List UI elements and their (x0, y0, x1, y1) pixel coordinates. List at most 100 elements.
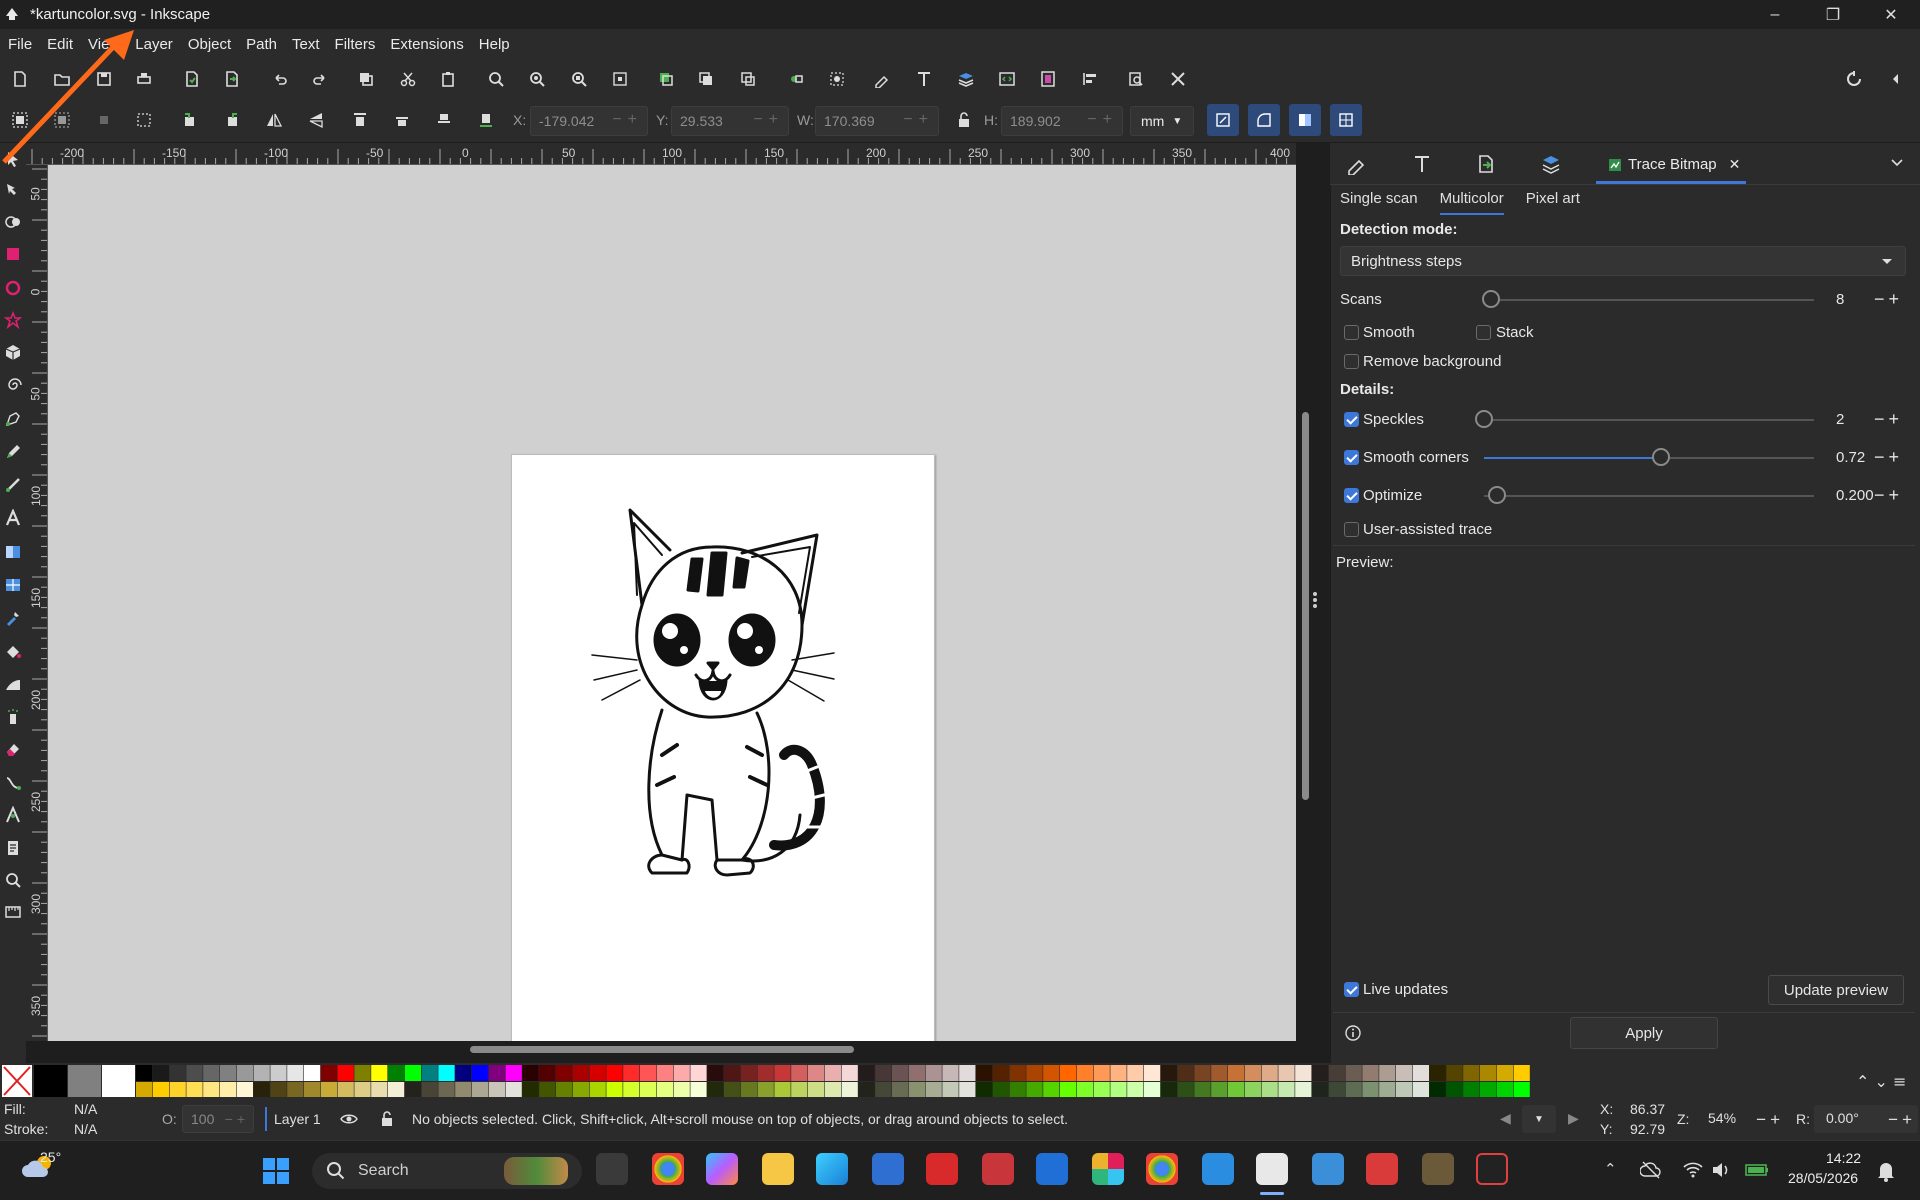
paint-bucket-tool-icon[interactable] (4, 642, 22, 660)
slack-icon[interactable] (1092, 1153, 1124, 1185)
speckles-stepper[interactable]: 2 −+ (1830, 405, 1912, 433)
lower-to-bottom-button[interactable] (472, 106, 500, 134)
stack-checkbox[interactable] (1476, 325, 1491, 340)
opacity-stepper[interactable]: −+ (225, 1111, 249, 1127)
photos-icon[interactable] (1312, 1153, 1344, 1185)
task-view-icon[interactable] (596, 1153, 628, 1185)
scans-slider-handle[interactable] (1482, 290, 1500, 308)
detection-mode-select[interactable]: Brightness steps (1340, 246, 1906, 276)
zoom-selection-button[interactable] (482, 65, 510, 93)
acrobat-icon[interactable] (982, 1153, 1014, 1185)
chevron-left-icon[interactable]: ◀ (1500, 1110, 1511, 1127)
text-font-button[interactable] (910, 65, 938, 93)
move-patterns-button[interactable] (1330, 104, 1362, 136)
scale-stroke-button[interactable] (1207, 104, 1239, 136)
speckles-checkbox[interactable] (1344, 412, 1359, 427)
page-select[interactable]: ▼ (1522, 1105, 1556, 1133)
figma-alt-icon[interactable] (1366, 1153, 1398, 1185)
snap-popover-button[interactable] (1882, 65, 1910, 93)
unit-select[interactable]: mm ▼ (1130, 106, 1194, 136)
connector-tool-icon[interactable] (4, 774, 22, 792)
outlook-icon[interactable] (1036, 1153, 1068, 1185)
tweak-tool-icon[interactable] (4, 676, 22, 694)
zoom-stepper[interactable]: −+ (1756, 1110, 1784, 1130)
move-gradients-button[interactable] (1289, 104, 1321, 136)
menu-object[interactable]: Object (188, 36, 231, 53)
xml-editor-button[interactable] (993, 65, 1021, 93)
smooth-checkbox[interactable] (1344, 325, 1359, 340)
current-layer[interactable]: Layer 1 (274, 1111, 321, 1127)
gimp-icon[interactable] (1422, 1153, 1454, 1185)
speckles-plusminus[interactable]: −+ (1874, 409, 1903, 430)
palette-swatches[interactable]: ⌃ ⌄ ≡ (0, 1063, 1920, 1099)
smooth-corners-checkbox[interactable] (1344, 450, 1359, 465)
h-stepper[interactable]: −+ (1087, 111, 1118, 129)
layers-tab-icon[interactable] (1540, 153, 1562, 175)
chevron-right-icon[interactable]: ▶ (1568, 1110, 1579, 1127)
app-l-icon[interactable] (926, 1153, 958, 1185)
unlink-clone-button[interactable] (734, 65, 762, 93)
mesh-tool-icon[interactable] (4, 576, 22, 594)
clock-date[interactable]: 28/05/2026 (1788, 1170, 1858, 1186)
pen-tool-icon[interactable] (4, 410, 22, 428)
edge-icon[interactable] (816, 1153, 848, 1185)
tab-trace-bitmap[interactable]: Trace Bitmap ✕ (1596, 148, 1746, 184)
measure-tool-icon[interactable] (4, 903, 22, 921)
eye-icon[interactable] (340, 1110, 358, 1128)
cat-drawing[interactable] (512, 455, 936, 1041)
raise-button[interactable] (388, 106, 416, 134)
copy-button[interactable] (352, 65, 380, 93)
close-tab-icon[interactable]: ✕ (1729, 156, 1741, 173)
chevron-down-icon[interactable] (1890, 158, 1904, 168)
lower-button[interactable] (430, 106, 458, 134)
copilot-icon[interactable] (706, 1153, 738, 1185)
chrome-icon[interactable] (652, 1153, 684, 1185)
smooth-corners-stepper[interactable]: 0.72 −+ (1830, 443, 1912, 471)
zoom-field[interactable]: 54% −+ (1698, 1105, 1786, 1133)
fill-value[interactable]: N/A (74, 1101, 97, 1117)
lock-ratio-button[interactable] (950, 106, 978, 134)
optimize-slider-track[interactable] (1484, 495, 1814, 497)
gradient-tool-icon[interactable] (4, 543, 22, 561)
info-icon[interactable] (1344, 1024, 1362, 1042)
text-font-tab-icon[interactable] (1411, 153, 1433, 175)
optimize-plusminus[interactable]: −+ (1874, 485, 1903, 506)
document-page[interactable] (511, 454, 935, 1041)
align-distribute-button[interactable] (1076, 65, 1104, 93)
lpe-tool-icon[interactable] (4, 806, 22, 824)
y-field[interactable]: 29.533 −+ (671, 106, 789, 136)
optimize-stepper[interactable]: 0.200 −+ (1830, 481, 1912, 509)
tab-multicolor[interactable]: Multicolor (1439, 190, 1504, 215)
export-tab-icon[interactable] (1475, 153, 1497, 175)
menu-help[interactable]: Help (479, 36, 510, 53)
cut-button[interactable] (394, 65, 422, 93)
rotate-cw-button[interactable] (218, 106, 246, 134)
maximize-button[interactable]: ❐ (1804, 0, 1862, 29)
rectangle-tool-icon[interactable] (4, 245, 22, 263)
flip-horizontal-button[interactable] (260, 106, 288, 134)
tab-single-scan[interactable]: Single scan (1340, 190, 1418, 215)
cloud-offline-icon[interactable] (1640, 1160, 1662, 1180)
dropper-tool-icon[interactable] (4, 609, 22, 627)
scans-stepper[interactable]: 8 −+ (1830, 285, 1912, 313)
optimize-checkbox[interactable] (1344, 488, 1359, 503)
export-button[interactable] (218, 65, 246, 93)
live-updates-checkbox[interactable] (1344, 982, 1359, 997)
rotate-ccw-button[interactable] (176, 106, 204, 134)
preferences-button[interactable] (1164, 65, 1192, 93)
clone-button[interactable] (692, 65, 720, 93)
menu-text[interactable]: Text (292, 36, 320, 53)
scans-plusminus[interactable]: −+ (1874, 289, 1903, 310)
close-button[interactable]: ✕ (1862, 0, 1920, 29)
affinity-icon[interactable] (1476, 1153, 1508, 1185)
w-field[interactable]: 170.369 −+ (815, 106, 939, 136)
menu-extensions[interactable]: Extensions (390, 36, 463, 53)
taskbar-search[interactable]: Search (312, 1153, 582, 1189)
zoom-drawing-button[interactable] (523, 65, 551, 93)
spiral-tool-icon[interactable] (4, 376, 22, 394)
menu-filters[interactable]: Filters (335, 36, 376, 53)
canvas[interactable] (48, 165, 1296, 1041)
horizontal-ruler[interactable]: -200 -150 -100 -50 0 50 100 150 200 250 … (26, 143, 1296, 165)
shape-builder-tool-icon[interactable] (4, 213, 22, 231)
speckles-slider-track[interactable] (1484, 419, 1814, 421)
